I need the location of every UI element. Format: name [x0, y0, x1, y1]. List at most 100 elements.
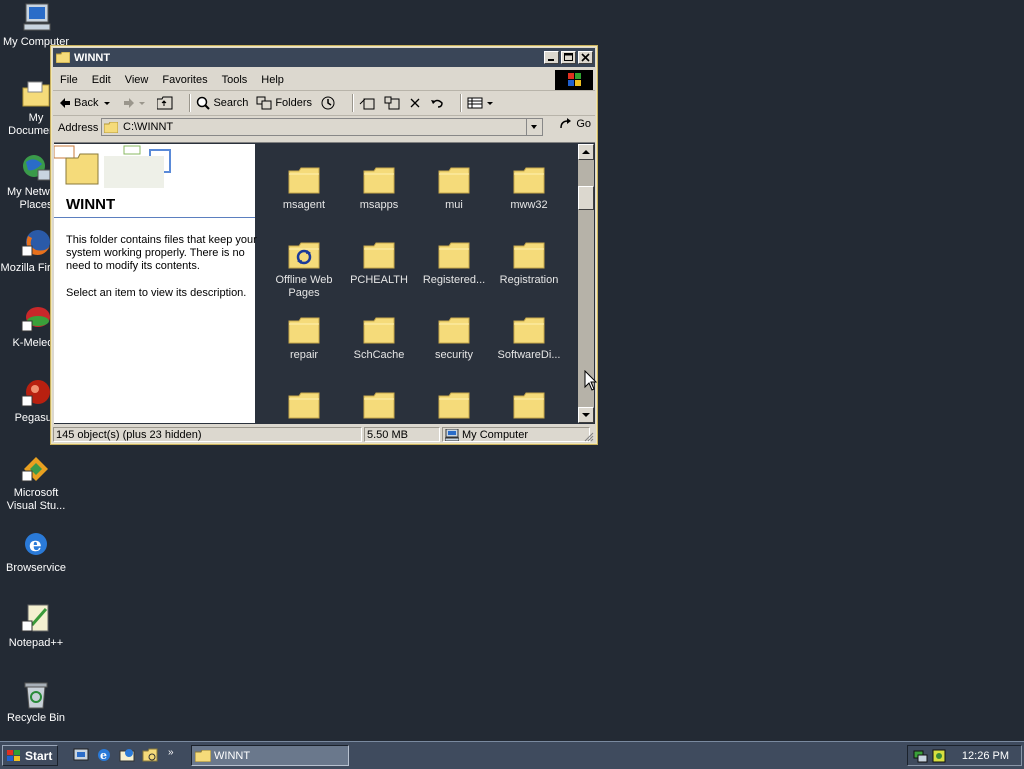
documents-folder-icon: [20, 78, 52, 110]
views-icon: [467, 97, 483, 109]
folders-icon: [256, 96, 272, 110]
network-icon: [20, 152, 52, 184]
file-name: SchCache: [353, 349, 405, 361]
scroll-down-button[interactable]: [578, 407, 594, 423]
internet-explorer-icon: e: [20, 528, 52, 560]
desktop-icon-label: Browservice: [6, 562, 66, 574]
pane-divider: [54, 217, 255, 218]
up-folder-icon: [157, 96, 173, 110]
menu-file[interactable]: File: [53, 74, 85, 86]
history-button[interactable]: [320, 95, 339, 111]
folder-icon: [362, 165, 396, 195]
visual-studio-icon: [20, 453, 52, 485]
undo-button[interactable]: [430, 97, 447, 109]
back-label: Back: [74, 97, 99, 109]
go-button[interactable]: Go: [559, 118, 591, 130]
address-value: C:\WINNT: [123, 121, 174, 133]
file-name: repair: [289, 349, 319, 361]
search-label: Search: [213, 97, 249, 109]
tray-app-icon[interactable]: [932, 749, 946, 763]
resize-grip-icon[interactable]: [584, 432, 594, 442]
file-item[interactable]: PCHEALTH: [339, 240, 419, 287]
folders-button[interactable]: Folders: [256, 96, 312, 110]
menu-help[interactable]: Help: [254, 74, 291, 86]
k-meleon-icon: [20, 303, 52, 335]
folder-icon: [437, 240, 471, 270]
file-item[interactable]: SchCache: [339, 315, 419, 362]
folder-banner-icon: [54, 145, 171, 188]
toolbar-separator: [352, 94, 355, 112]
menu-edit[interactable]: Edit: [85, 74, 118, 86]
notepad-plus-plus-icon: [20, 603, 52, 635]
file-item[interactable]: [414, 390, 494, 424]
folder-content: WINNT This folder contains files that ke…: [54, 142, 595, 424]
desktop-icon-label: Recycle Bin: [6, 712, 66, 724]
file-name: mui: [445, 199, 463, 211]
file-item[interactable]: Registration: [489, 240, 569, 287]
move-to-button[interactable]: [359, 96, 378, 110]
file-item[interactable]: Registered...: [414, 240, 494, 287]
title-bar[interactable]: WINNT: [53, 48, 595, 67]
menu-tools[interactable]: Tools: [215, 74, 255, 86]
file-item[interactable]: [339, 390, 419, 424]
views-button[interactable]: [467, 97, 497, 109]
explorer-window[interactable]: WINNT File Edit View Favorites Tools Hel…: [50, 45, 598, 445]
folder-icon: [104, 121, 118, 133]
file-name: PCHEALTH: [350, 274, 408, 286]
file-item[interactable]: Offline Web Pages: [264, 240, 344, 300]
file-item[interactable]: mww32: [489, 165, 569, 212]
desktop-icon-browservice[interactable]: e Browservice: [0, 528, 72, 575]
file-name: Registration: [499, 274, 559, 286]
desktop-icon-notepad-plus-plus[interactable]: Notepad++: [0, 603, 72, 650]
address-dropdown-button[interactable]: [526, 119, 542, 135]
desktop-icon-recycle-bin[interactable]: Recycle Bin: [0, 678, 72, 725]
copy-to-icon: [384, 96, 400, 110]
window-title: WINNT: [74, 51, 111, 64]
file-item[interactable]: security: [414, 315, 494, 362]
folder-icon: [195, 749, 211, 762]
desktop-icon-my-computer[interactable]: My Computer: [0, 2, 72, 49]
clock[interactable]: 12:26 PM: [962, 750, 1009, 762]
forward-button[interactable]: [123, 97, 149, 109]
address-label: Address: [58, 121, 99, 134]
menu-view[interactable]: View: [118, 74, 156, 86]
file-item[interactable]: [489, 390, 569, 424]
scroll-up-button[interactable]: [578, 144, 594, 160]
outlook-express-icon[interactable]: [119, 747, 135, 763]
menu-favorites[interactable]: Favorites: [155, 74, 214, 86]
web-view-pane: WINNT This folder contains files that ke…: [54, 144, 257, 423]
undo-icon: [431, 99, 443, 108]
folder-icon: [287, 315, 321, 345]
close-icon: [581, 53, 590, 62]
status-bar: 145 object(s) (plus 23 hidden) 5.50 MB M…: [53, 426, 595, 443]
file-item[interactable]: mui: [414, 165, 494, 212]
show-desktop-icon[interactable]: [73, 747, 89, 763]
address-input[interactable]: C:\WINNT: [101, 118, 543, 136]
back-button[interactable]: Back: [59, 97, 115, 109]
close-button[interactable]: [578, 51, 593, 64]
maximize-button[interactable]: [561, 51, 576, 64]
file-item[interactable]: SoftwareDi...: [489, 315, 569, 362]
file-item[interactable]: repair: [264, 315, 344, 362]
delete-button[interactable]: [409, 97, 424, 109]
up-folder-button[interactable]: [157, 96, 176, 110]
quick-launch-chevron-icon[interactable]: »: [168, 747, 174, 758]
internet-explorer-icon[interactable]: e: [96, 747, 112, 763]
offline-web-pages-folder-icon: [287, 240, 321, 270]
desktop-icon-visual-studio[interactable]: Microsoft Visual Stu...: [0, 453, 72, 513]
network-status-icon[interactable]: [913, 749, 929, 763]
file-item[interactable]: msagent: [264, 165, 344, 212]
minimize-button[interactable]: [544, 51, 559, 64]
scroll-thumb[interactable]: [578, 186, 594, 210]
file-item[interactable]: msapps: [339, 165, 419, 212]
folder-icon: [287, 390, 321, 420]
file-item[interactable]: [264, 390, 344, 424]
explorer-icon[interactable]: [142, 747, 158, 763]
file-name: SoftwareDi...: [497, 349, 561, 361]
taskbar-button-winnt[interactable]: WINNT: [191, 745, 349, 766]
go-label: Go: [576, 118, 591, 130]
copy-to-button[interactable]: [384, 96, 403, 110]
folder-icon: [512, 240, 546, 270]
start-button[interactable]: Start: [2, 745, 58, 766]
search-button[interactable]: Search: [196, 96, 248, 110]
